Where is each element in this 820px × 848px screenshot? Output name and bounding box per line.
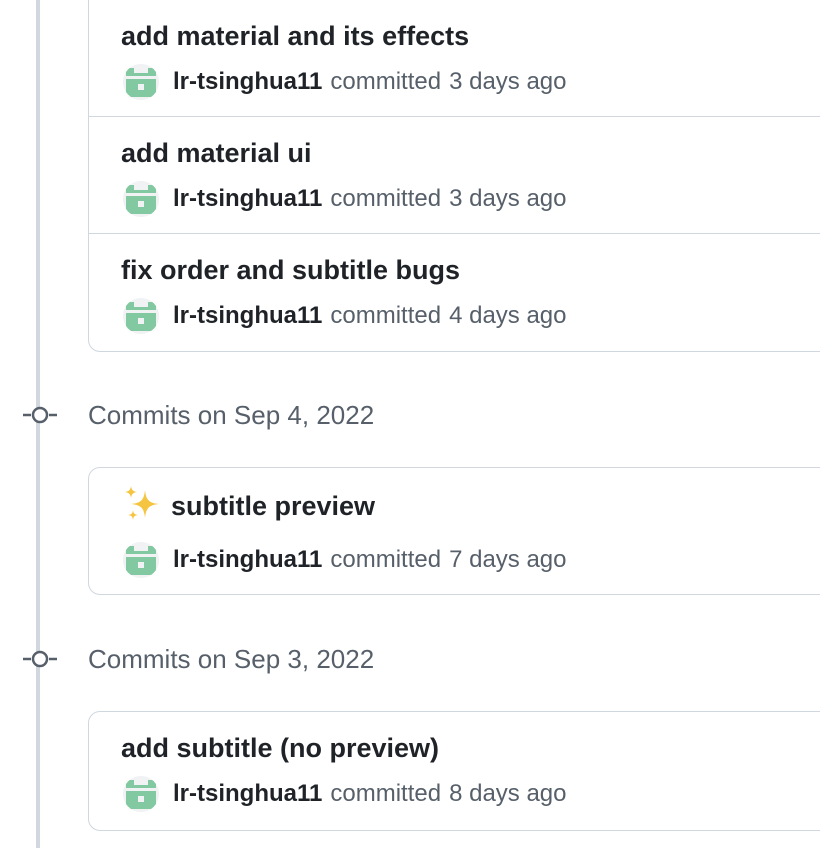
commit-time[interactable]: 3 days ago (449, 68, 566, 96)
avatar[interactable] (123, 64, 159, 100)
commit-row[interactable]: fix order and subtitle bugs lr-tsinghua1… (89, 234, 820, 351)
commit-meta: lr-tsinghua11 committed 3 days ago (123, 181, 567, 217)
avatar[interactable] (123, 181, 159, 217)
commit-title-link[interactable]: add material ui (121, 137, 312, 169)
commit-author-link[interactable]: lr-tsinghua11 (173, 780, 322, 808)
commit-group-box: subtitle preview lr-tsinghua11 committed… (88, 467, 820, 595)
sparkles-icon (125, 486, 159, 520)
commit-meta: lr-tsinghua11 committed 7 days ago (123, 542, 567, 578)
commit-group-box: add subtitle (no preview) lr-tsinghua11 … (88, 711, 820, 831)
commit-group-box: add material and its effects lr-tsinghua… (88, 0, 820, 352)
commit-title-text[interactable]: subtitle preview (171, 490, 375, 522)
commit-title-link[interactable]: add subtitle (no preview) (121, 732, 439, 764)
commit-author-link[interactable]: lr-tsinghua11 (173, 302, 322, 330)
commit-verb: committed (330, 185, 442, 212)
avatar[interactable] (123, 542, 159, 578)
commit-title-link[interactable]: fix order and subtitle bugs (121, 254, 460, 286)
commit-author-link[interactable]: lr-tsinghua11 (173, 546, 322, 574)
commit-time[interactable]: 7 days ago (449, 546, 566, 574)
commit-verb: committed (330, 546, 442, 573)
commit-date-header: Commits on Sep 4, 2022 (0, 395, 820, 435)
commit-date-title: Commits on Sep 4, 2022 (88, 400, 375, 430)
commit-row[interactable]: add subtitle (no preview) lr-tsinghua11 … (89, 712, 820, 830)
avatar[interactable] (123, 298, 159, 334)
commit-time[interactable]: 8 days ago (449, 780, 566, 808)
commit-meta: lr-tsinghua11 committed 3 days ago (123, 64, 567, 100)
commit-title-link[interactable]: add material and its effects (121, 20, 469, 52)
git-commit-icon (23, 406, 57, 424)
commit-title-link[interactable]: subtitle preview (121, 486, 375, 524)
commit-author-link[interactable]: lr-tsinghua11 (173, 185, 322, 213)
commit-meta: lr-tsinghua11 committed 8 days ago (123, 776, 567, 812)
avatar[interactable] (123, 776, 159, 812)
commit-meta: lr-tsinghua11 committed 4 days ago (123, 298, 567, 334)
commit-date-title: Commits on Sep 3, 2022 (88, 644, 375, 674)
commit-time[interactable]: 3 days ago (449, 185, 566, 213)
git-commit-icon (23, 650, 57, 668)
commit-row[interactable]: add material and its effects lr-tsinghua… (89, 0, 820, 117)
commit-time[interactable]: 4 days ago (449, 302, 566, 330)
commit-row[interactable]: add material ui lr-tsinghua11 committed … (89, 117, 820, 234)
commit-date-header: Commits on Sep 3, 2022 (0, 639, 820, 679)
commit-verb: committed (330, 780, 442, 807)
commit-verb: committed (330, 302, 442, 329)
commit-row[interactable]: subtitle preview lr-tsinghua11 committed… (89, 468, 820, 594)
commit-author-link[interactable]: lr-tsinghua11 (173, 68, 322, 96)
commit-verb: committed (330, 68, 442, 95)
